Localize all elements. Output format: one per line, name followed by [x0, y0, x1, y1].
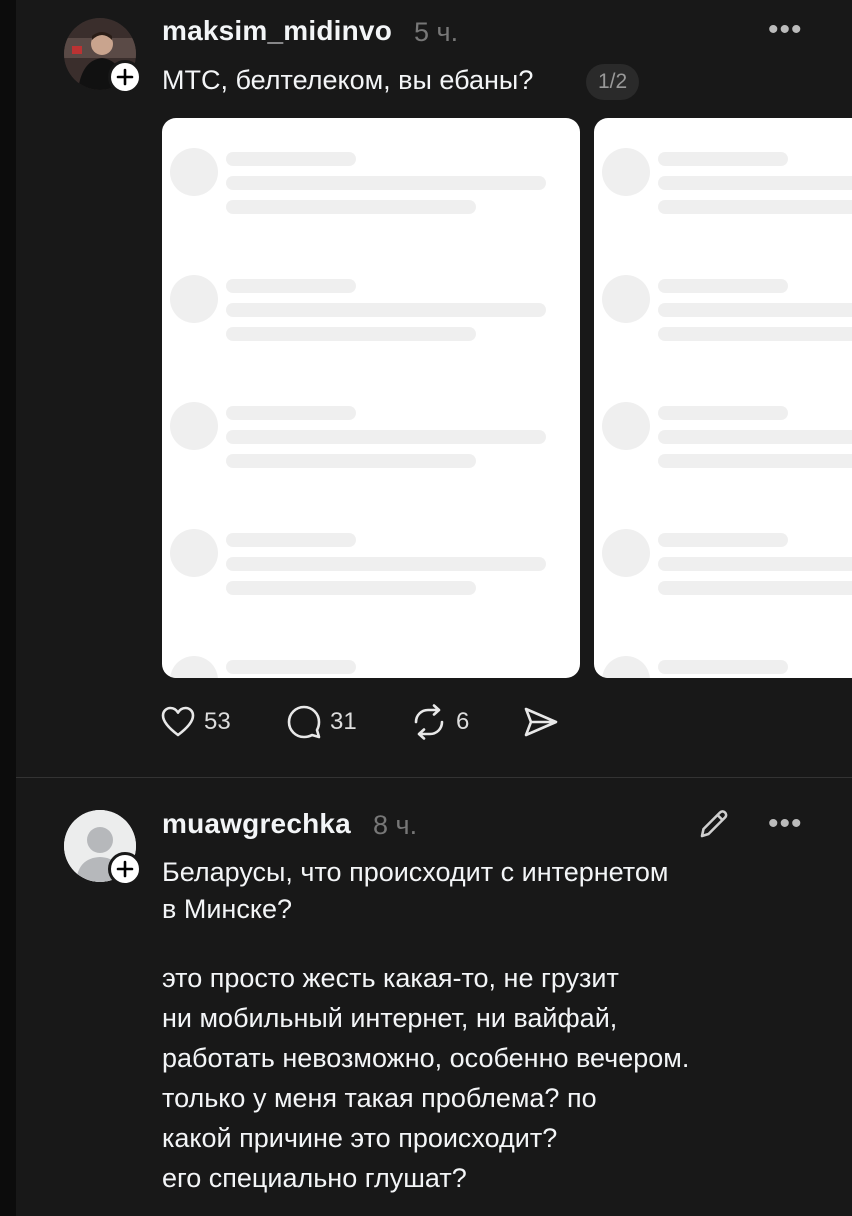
- attached-image[interactable]: [162, 118, 580, 678]
- post-body-line: ни мобильный интернет, ни вайфай,: [162, 1003, 618, 1033]
- repost-count: 6: [456, 708, 470, 735]
- comment-count: 31: [330, 708, 357, 735]
- post-body: это просто жесть какая-то, не грузит ни …: [162, 958, 689, 1198]
- avatar[interactable]: [64, 810, 142, 886]
- post-time: 8 ч.: [373, 810, 418, 840]
- pencil-icon: [700, 810, 728, 838]
- edit-button[interactable]: [696, 806, 732, 847]
- post-body-line: его специально глушат?: [162, 1163, 467, 1193]
- post-body-line: это просто жесть какая-то, не грузит: [162, 963, 619, 993]
- more-options-button[interactable]: •••: [768, 15, 803, 45]
- repost-icon: [414, 704, 444, 740]
- post-title-line: Беларусы, что происходит с интернетом: [162, 857, 669, 887]
- comment-button[interactable]: 31: [286, 704, 357, 740]
- post-body-line: какой причине это происходит?: [162, 1123, 558, 1153]
- like-count: 53: [204, 708, 231, 735]
- post[interactable]: muawgrechka 8 ч. ••• Беларусы, что проис…: [0, 778, 836, 1216]
- username[interactable]: muawgrechka: [162, 808, 351, 840]
- follow-button[interactable]: [108, 852, 142, 886]
- username[interactable]: maksim_midinvo: [162, 15, 392, 47]
- post-title: Беларусы, что происходит с интернетом в …: [162, 854, 668, 928]
- post-text: МТС, белтелеком, вы ебаны?: [162, 65, 534, 95]
- image-pager: 1/2: [586, 64, 640, 100]
- plus-icon: [116, 68, 134, 86]
- post-body-line: только у меня такая проблема? по: [162, 1083, 597, 1113]
- like-button[interactable]: 53: [160, 704, 231, 740]
- post-body-line: работать невозможно, особенно вечером.: [162, 1043, 690, 1073]
- attached-image[interactable]: [594, 118, 852, 678]
- more-options-button[interactable]: •••: [768, 809, 803, 839]
- comment-icon: [287, 705, 321, 739]
- post[interactable]: maksim_midinvo 5 ч. ••• МТС, белтелеком,…: [0, 0, 852, 778]
- post-title-line: в Минске?: [162, 894, 292, 924]
- share-button[interactable]: [522, 704, 560, 740]
- send-icon: [524, 707, 558, 737]
- plus-icon: [116, 860, 134, 878]
- heart-icon: [161, 706, 195, 737]
- repost-button[interactable]: 6: [410, 704, 469, 740]
- post-time: 5 ч.: [414, 17, 459, 47]
- follow-button[interactable]: [108, 60, 142, 94]
- avatar[interactable]: [64, 18, 142, 94]
